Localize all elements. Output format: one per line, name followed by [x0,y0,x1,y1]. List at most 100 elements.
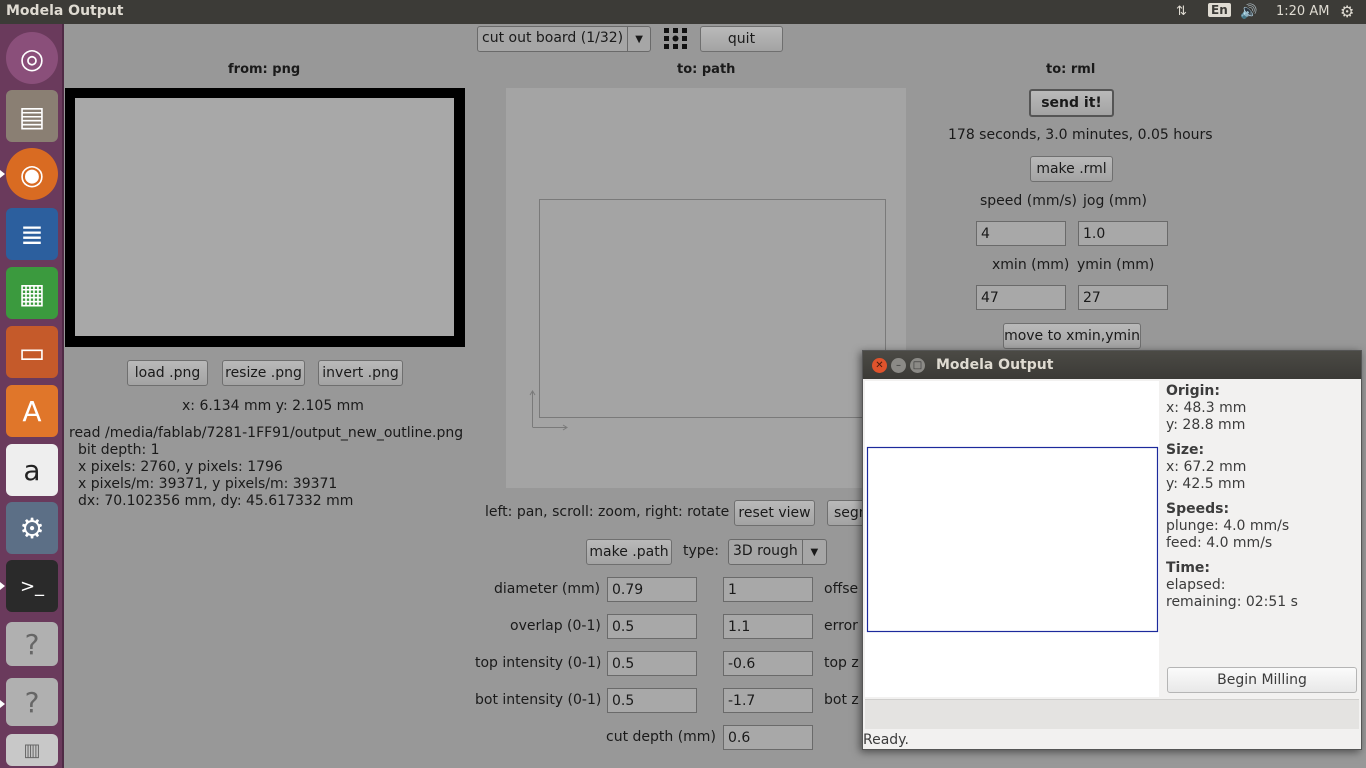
speed-input[interactable] [976,221,1066,246]
origin-header: Origin: [1166,383,1220,399]
top-z-input[interactable] [723,651,813,676]
gear-icon[interactable]: ⚙ [1340,2,1354,21]
elapsed-time: elapsed: [1166,577,1226,593]
resize-png-button[interactable]: resize .png [222,360,305,386]
invert-png-button[interactable]: invert .png [318,360,403,386]
top-panel: Modela Output ⇅ En 🔊 1:20 AM ⚙ [0,0,1366,24]
png-info-pixels: x pixels: 2760, y pixels: 1796 [78,459,283,475]
type-label: type: [683,543,719,559]
bot-z-input[interactable] [723,688,813,713]
maximize-icon[interactable]: □ [910,358,925,373]
chevron-down-icon: ▼ [801,540,826,564]
modela-output-window: ✕ – □ Modela Output Origin: x: 48.3 mm y… [862,350,1362,750]
offsets-label: offse [824,581,859,597]
reset-view-button[interactable]: reset view [734,500,815,526]
volume-icon[interactable]: 🔊 [1240,4,1257,20]
offsets-input[interactable] [723,577,813,602]
view-help-text: left: pan, scroll: zoom, right: rotate [485,504,730,520]
png-info-ppm: x pixels/m: 39371, y pixels/m: 39371 [78,476,338,492]
files-icon[interactable]: ▤ [6,90,58,142]
quit-button[interactable]: quit [700,26,783,52]
ymin-label: ymin (mm) [1077,257,1155,273]
png-preview-frame [65,88,465,347]
top-intensity-input[interactable] [607,651,697,676]
system-settings-icon[interactable]: ⚙ [6,502,58,554]
make-path-button[interactable]: make .path [586,539,672,565]
ymin-input[interactable] [1078,285,1168,310]
amazon-icon[interactable]: a [6,444,58,496]
unknown-app-icon[interactable]: ? [6,622,58,666]
path-type-value: 3D rough [733,543,798,559]
diameter-input[interactable] [607,577,697,602]
xmin-input[interactable] [976,285,1066,310]
bot-z-label: bot z [824,692,859,708]
segment-button[interactable]: segm [827,500,867,526]
overlap-label: overlap (0-1) [510,618,601,634]
move-to-xmin-ymin-button[interactable]: move to xmin,ymin [1003,323,1141,349]
modela-titlebar[interactable]: ✕ – □ Modela Output [863,351,1361,379]
remaining-time: remaining: 02:51 s [1166,594,1298,610]
window-title: Modela Output [6,3,124,19]
keyboard-layout-indicator[interactable]: En [1208,3,1231,17]
minimize-icon[interactable]: – [891,358,906,373]
error-label: error [824,618,858,634]
size-y: y: 42.5 mm [1166,476,1246,492]
path-view-canvas[interactable] [506,88,906,488]
top-intensity-label: top intensity (0-1) [475,655,602,671]
png-preview [75,98,454,336]
origin-y: y: 28.8 mm [1166,417,1246,433]
overlap-input[interactable] [607,614,697,639]
time-estimate: 178 seconds, 3.0 minutes, 0.05 hours [948,127,1213,143]
size-x: x: 67.2 mm [1166,459,1247,475]
process-select[interactable]: cut out board (1/32) ▼ [477,26,651,52]
grid-dots-icon[interactable] [663,27,689,51]
origin-x: x: 48.3 mm [1166,400,1247,416]
png-info-size: dx: 70.102356 mm, dy: 45.617332 mm [78,493,354,509]
cursor-coords: x: 6.134 mm y: 2.105 mm [182,398,364,414]
bot-intensity-label: bot intensity (0-1) [475,692,602,708]
jog-input[interactable] [1078,221,1168,246]
load-png-button[interactable]: load .png [127,360,208,386]
to-rml-header: to: rml [1046,62,1096,77]
path-type-select[interactable]: 3D rough ▼ [728,539,827,565]
feed-speed: feed: 4.0 mm/s [1166,535,1273,551]
time-header: Time: [1166,560,1211,576]
bot-intensity-input[interactable] [607,688,697,713]
speeds-header: Speeds: [1166,501,1230,517]
close-icon[interactable]: ✕ [872,358,887,373]
send-it-button[interactable]: send it! [1029,89,1114,117]
plunge-speed: plunge: 4.0 mm/s [1166,518,1290,534]
calc-icon[interactable]: ▦ [6,267,58,319]
cut-depth-input[interactable] [723,725,813,750]
modela-title: Modela Output [936,357,1054,373]
to-path-header: to: path [677,62,736,77]
unknown-app-icon[interactable]: ? [6,678,58,726]
make-rml-button[interactable]: make .rml [1030,156,1113,182]
error-input[interactable] [723,614,813,639]
speed-label: speed (mm/s) [980,193,1077,209]
impress-icon[interactable]: ▭ [6,326,58,378]
process-select-value: cut out board (1/32) [482,30,624,46]
toolpath-preview [865,381,1159,697]
png-info-path: read /media/fablab/7281-1FF91/output_new… [69,425,464,441]
network-icon[interactable]: ⇅ [1176,4,1187,19]
from-png-header: from: png [228,62,301,77]
software-center-icon[interactable]: A [6,385,58,437]
begin-milling-button[interactable]: Begin Milling [1167,667,1357,693]
top-z-label: top z [824,655,859,671]
status-text: Ready. [863,732,909,748]
launcher: ◎ ▤ ◉ ≣ ▦ ▭ A a ⚙ >_ ? ? ▥ [0,24,64,768]
ubuntu-dash-icon[interactable]: ◎ [6,32,58,84]
xmin-label: xmin (mm) [992,257,1070,273]
writer-icon[interactable]: ≣ [6,208,58,260]
terminal-icon[interactable]: >_ [6,560,58,612]
size-header: Size: [1166,442,1205,458]
jog-label: jog (mm) [1083,193,1147,209]
firefox-icon[interactable]: ◉ [6,148,58,200]
chevron-down-icon: ▼ [627,27,650,51]
png-info-depth: bit depth: 1 [78,442,160,458]
progress-bar [865,699,1359,729]
cut-depth-label: cut depth (mm) [606,729,716,745]
trash-icon[interactable]: ▥ [6,734,58,766]
clock[interactable]: 1:20 AM [1276,4,1329,19]
